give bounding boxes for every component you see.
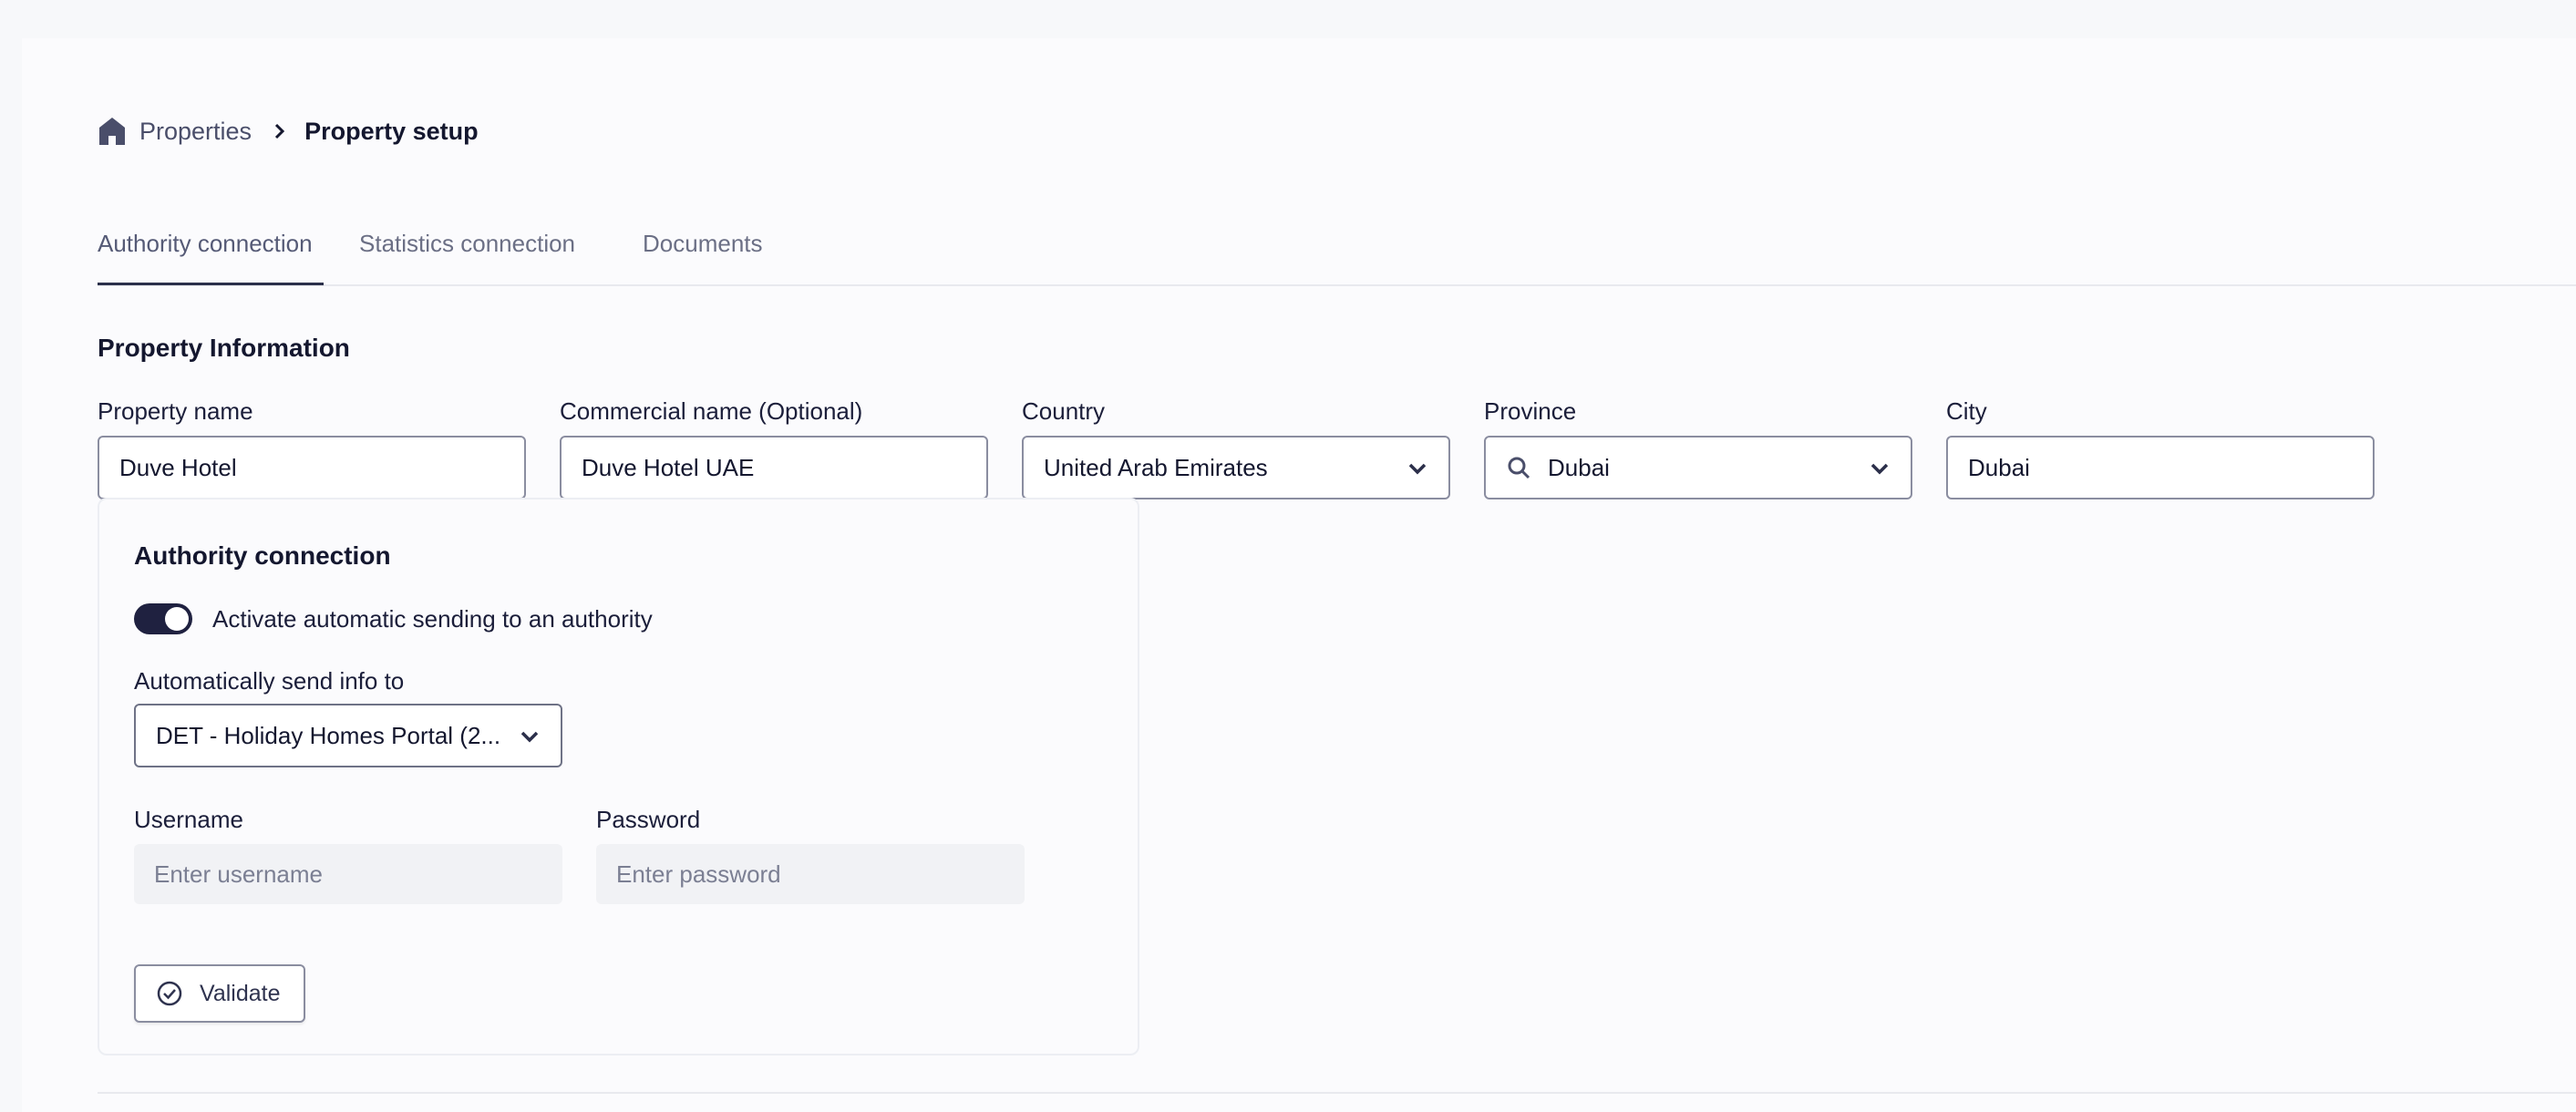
commercial-name-input[interactable]: Duve Hotel UAE <box>560 436 988 499</box>
page-container: Properties Property setup Authority conn… <box>22 38 2576 1112</box>
country-value: United Arab Emirates <box>1044 453 1268 481</box>
province-field: Province Dubai <box>1484 397 1912 499</box>
city-value: Dubai <box>1968 453 2030 481</box>
province-select[interactable]: Dubai <box>1484 436 1912 499</box>
tab-bar: Authority connection Statistics connecti… <box>98 191 2576 286</box>
commercial-name-value: Duve Hotel UAE <box>582 453 755 481</box>
chevron-down-icon <box>1406 458 1428 486</box>
chevron-down-icon <box>1869 458 1891 486</box>
validate-label: Validate <box>200 980 281 1006</box>
password-label: Password <box>596 806 701 833</box>
password-input[interactable]: Enter password <box>596 844 1025 904</box>
country-select[interactable]: United Arab Emirates <box>1022 436 1450 499</box>
home-icon[interactable] <box>98 115 127 148</box>
search-icon <box>1506 455 1531 480</box>
tab-statistics-connection[interactable]: Statistics connection <box>359 230 575 258</box>
city-label: City <box>1946 397 1987 425</box>
authority-select[interactable]: DET - Holiday Homes Portal (2... <box>134 704 562 767</box>
authority-select-value: DET - Holiday Homes Portal (2... <box>156 721 501 749</box>
chevron-right-icon <box>273 122 286 140</box>
property-name-input[interactable]: Duve Hotel <box>98 436 526 499</box>
check-circle-icon <box>156 980 183 1007</box>
breadcrumb: Properties Property setup <box>98 113 479 149</box>
validate-button[interactable]: Validate <box>134 964 305 1023</box>
send-to-label: Automatically send info to <box>134 667 405 695</box>
breadcrumb-current: Property setup <box>304 117 479 145</box>
auto-send-toggle[interactable] <box>134 603 192 634</box>
divider <box>98 1092 2576 1094</box>
section-title: Property Information <box>98 334 350 362</box>
tab-authority-connection[interactable]: Authority connection <box>98 230 313 258</box>
property-name-field: Property name Duve Hotel <box>98 397 526 499</box>
username-label: Username <box>134 806 243 833</box>
property-name-value: Duve Hotel <box>119 453 237 481</box>
breadcrumb-properties-link[interactable]: Properties <box>139 118 252 146</box>
province-value: Dubai <box>1548 453 1610 481</box>
username-input[interactable]: Enter username <box>134 844 562 904</box>
username-placeholder: Enter username <box>154 860 323 888</box>
password-placeholder: Enter password <box>616 860 781 888</box>
province-label: Province <box>1484 397 1577 425</box>
commercial-name-label: Commercial name (Optional) <box>560 397 863 425</box>
city-input[interactable]: Dubai <box>1946 436 2375 499</box>
property-name-label: Property name <box>98 397 253 425</box>
toggle-label: Activate automatic sending to an authori… <box>212 605 653 633</box>
active-tab-indicator <box>98 283 324 285</box>
chevron-down-icon <box>519 726 541 754</box>
tab-documents[interactable]: Documents <box>643 230 763 258</box>
country-field: Country United Arab Emirates <box>1022 397 1450 499</box>
commercial-name-field: Commercial name (Optional) Duve Hotel UA… <box>560 397 988 499</box>
country-label: Country <box>1022 397 1106 425</box>
city-field: City Dubai <box>1946 397 2375 499</box>
toggle-knob <box>165 607 189 631</box>
card-title: Authority connection <box>134 541 391 570</box>
main-content: Properties Property setup Authority conn… <box>98 38 2576 1112</box>
authority-connection-card: Authority connection Activate automatic … <box>98 498 1139 1055</box>
